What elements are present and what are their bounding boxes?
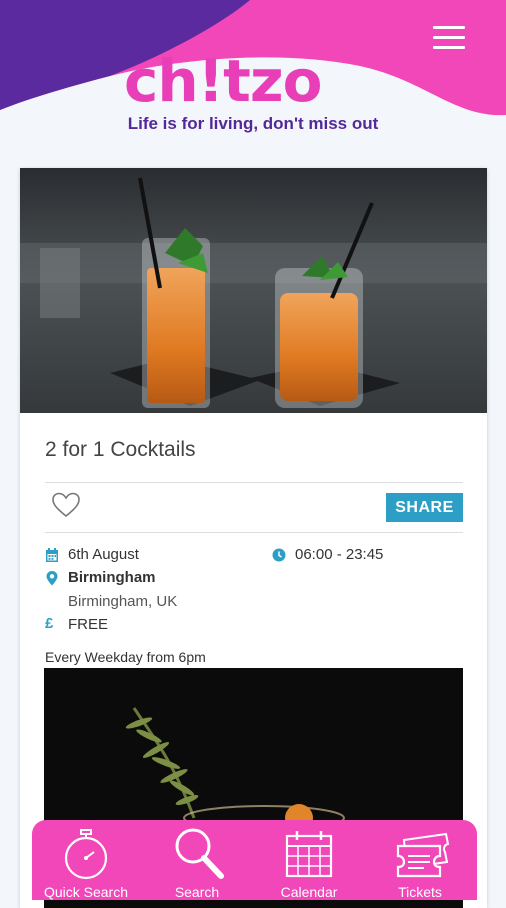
nav-label: Search	[174, 884, 220, 900]
app-logo: ch!tzo	[124, 47, 322, 115]
event-title: 2 for 1 Cocktails	[45, 438, 196, 461]
magnifier-icon	[175, 828, 224, 879]
nav-quick-search[interactable]: Quick Search	[36, 820, 136, 900]
nav-search[interactable]: Search	[147, 820, 247, 900]
calendar-icon	[46, 548, 58, 562]
event-address: Birmingham, UK	[68, 593, 178, 610]
event-venue[interactable]: Birmingham	[68, 569, 156, 586]
event-description: Every Weekday from 6pm	[45, 649, 206, 665]
nav-label: Quick Search	[43, 884, 129, 900]
nav-calendar[interactable]: Calendar	[259, 820, 359, 900]
stopwatch-icon	[64, 829, 108, 880]
divider	[45, 532, 463, 533]
event-price: FREE	[68, 616, 109, 633]
tagline: Life is for living, don't miss out	[127, 114, 379, 133]
nav-label: Tickets	[398, 884, 442, 900]
menu-icon[interactable]	[433, 26, 465, 50]
map-pin-icon	[46, 571, 58, 586]
header: ch!tzo Life is for living, don't miss ou…	[0, 0, 506, 150]
heart-icon[interactable]	[52, 492, 80, 518]
pound-icon: £	[45, 615, 54, 632]
event-time: 06:00 - 23:45	[295, 546, 384, 563]
nav-tickets[interactable]: Tickets	[370, 820, 470, 900]
share-button[interactable]: SHARE	[386, 493, 463, 522]
event-date: 6th August	[68, 546, 139, 563]
nav-label: Calendar	[280, 884, 338, 900]
bottom-nav: Quick Search Search Calendar Tickets	[32, 820, 477, 900]
event-card[interactable]: 2 for 1 Cocktails SHARE 6th August 06:00…	[20, 168, 487, 908]
clock-icon	[272, 548, 286, 562]
tickets-icon	[396, 832, 450, 878]
divider	[45, 482, 463, 483]
calendar-icon	[285, 831, 333, 878]
event-hero-image	[20, 168, 487, 413]
